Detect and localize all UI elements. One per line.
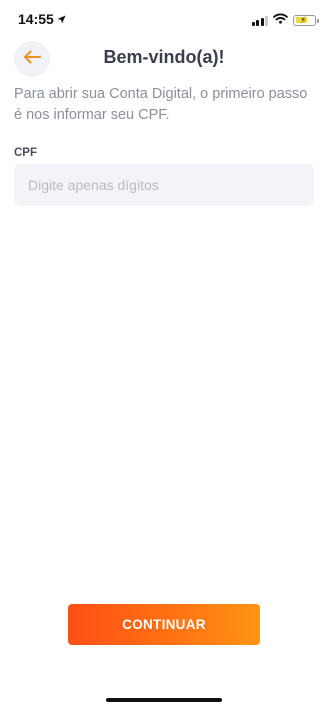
continue-button[interactable]: CONTINUAR: [68, 604, 260, 645]
cpf-input[interactable]: [14, 164, 314, 206]
wifi-icon: [273, 11, 288, 29]
cpf-label: CPF: [14, 147, 37, 159]
status-time: 14:55: [18, 11, 66, 27]
status-bar: 14:55 ⚡: [0, 0, 328, 40]
clock-text: 14:55: [18, 11, 54, 27]
status-icons: ⚡: [251, 11, 319, 29]
home-indicator: [106, 698, 222, 702]
intro-text: Para abrir sua Conta Digital, o primeiro…: [14, 86, 308, 123]
cellular-signal-icon: [251, 15, 268, 26]
location-arrow-icon: [57, 14, 66, 24]
battery-charging-icon: ⚡: [293, 14, 319, 26]
page-title: Bem-vindo(a)!: [103, 47, 225, 67]
